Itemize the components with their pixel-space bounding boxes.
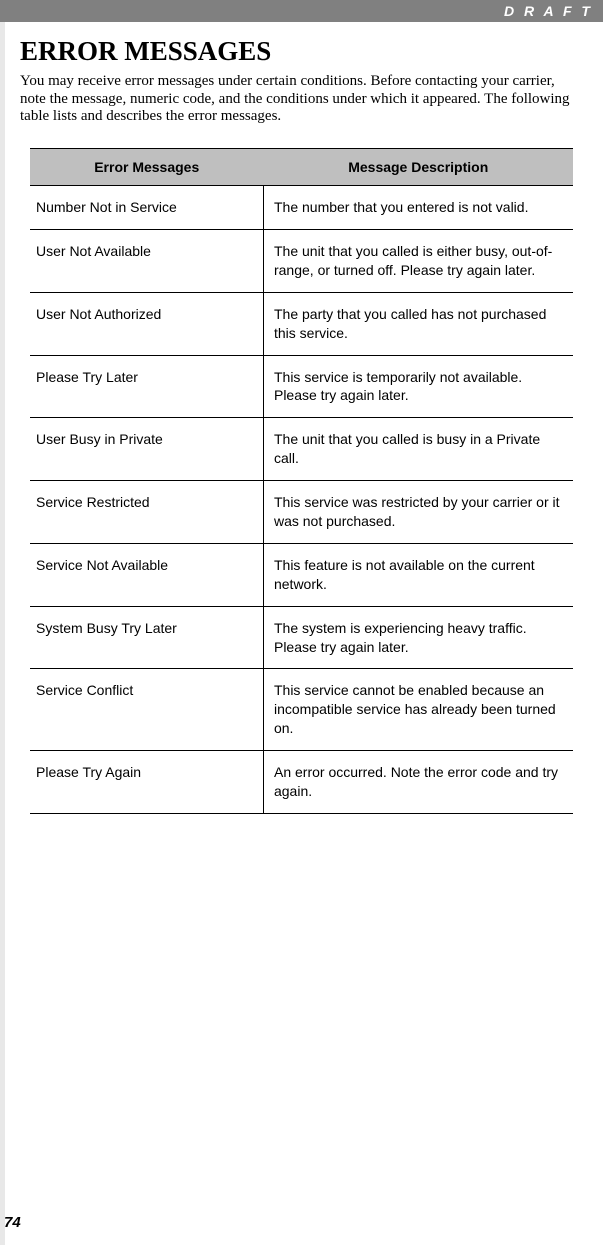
cell-error-message: System Busy Try Later <box>30 606 263 669</box>
cell-error-message: Please Try Later <box>30 355 263 418</box>
cell-description: This service cannot be enabled because a… <box>263 669 573 751</box>
cell-description: The party that you called has not purcha… <box>263 292 573 355</box>
table-row: Please Try Again An error occurred. Note… <box>30 751 573 814</box>
cell-description: The system is experiencing heavy traffic… <box>263 606 573 669</box>
cell-description: This service is temporarily not availabl… <box>263 355 573 418</box>
error-messages-table: Error Messages Message Description Numbe… <box>30 148 573 814</box>
table-wrapper: Error Messages Message Description Numbe… <box>20 148 583 814</box>
intro-paragraph: You may receive error messages under cer… <box>20 73 583 126</box>
table-row: Service Not Available This feature is no… <box>30 543 573 606</box>
page-left-edge <box>0 22 5 1245</box>
cell-error-message: Please Try Again <box>30 751 263 814</box>
cell-description: The unit that you called is busy in a Pr… <box>263 418 573 481</box>
cell-description: An error occurred. Note the error code a… <box>263 751 573 814</box>
cell-error-message: Service Not Available <box>30 543 263 606</box>
draft-watermark: D R A F T <box>504 3 593 19</box>
table-row: Please Try Later This service is tempora… <box>30 355 573 418</box>
table-row: Number Not in Service The number that yo… <box>30 186 573 230</box>
cell-description: This feature is not available on the cur… <box>263 543 573 606</box>
table-row: User Busy in Private The unit that you c… <box>30 418 573 481</box>
table-row: Service Conflict This service cannot be … <box>30 669 573 751</box>
table-row: System Busy Try Later The system is expe… <box>30 606 573 669</box>
header-bar: D R A F T <box>0 0 603 22</box>
table-row: User Not Authorized The party that you c… <box>30 292 573 355</box>
cell-description: This service was restricted by your carr… <box>263 481 573 544</box>
cell-description: The number that you entered is not valid… <box>263 186 573 230</box>
cell-description: The unit that you called is either busy,… <box>263 229 573 292</box>
header-error-messages: Error Messages <box>30 149 263 186</box>
page-title: ERROR MESSAGES <box>20 36 583 67</box>
cell-error-message: User Busy in Private <box>30 418 263 481</box>
cell-error-message: User Not Available <box>30 229 263 292</box>
table-row: Service Restricted This service was rest… <box>30 481 573 544</box>
page-number: 74 <box>4 1214 21 1231</box>
table-header-row: Error Messages Message Description <box>30 149 573 186</box>
page-content: ERROR MESSAGES You may receive error mes… <box>0 22 603 814</box>
cell-error-message: Number Not in Service <box>30 186 263 230</box>
cell-error-message: Service Restricted <box>30 481 263 544</box>
cell-error-message: User Not Authorized <box>30 292 263 355</box>
table-row: User Not Available The unit that you cal… <box>30 229 573 292</box>
header-message-description: Message Description <box>263 149 573 186</box>
cell-error-message: Service Conflict <box>30 669 263 751</box>
